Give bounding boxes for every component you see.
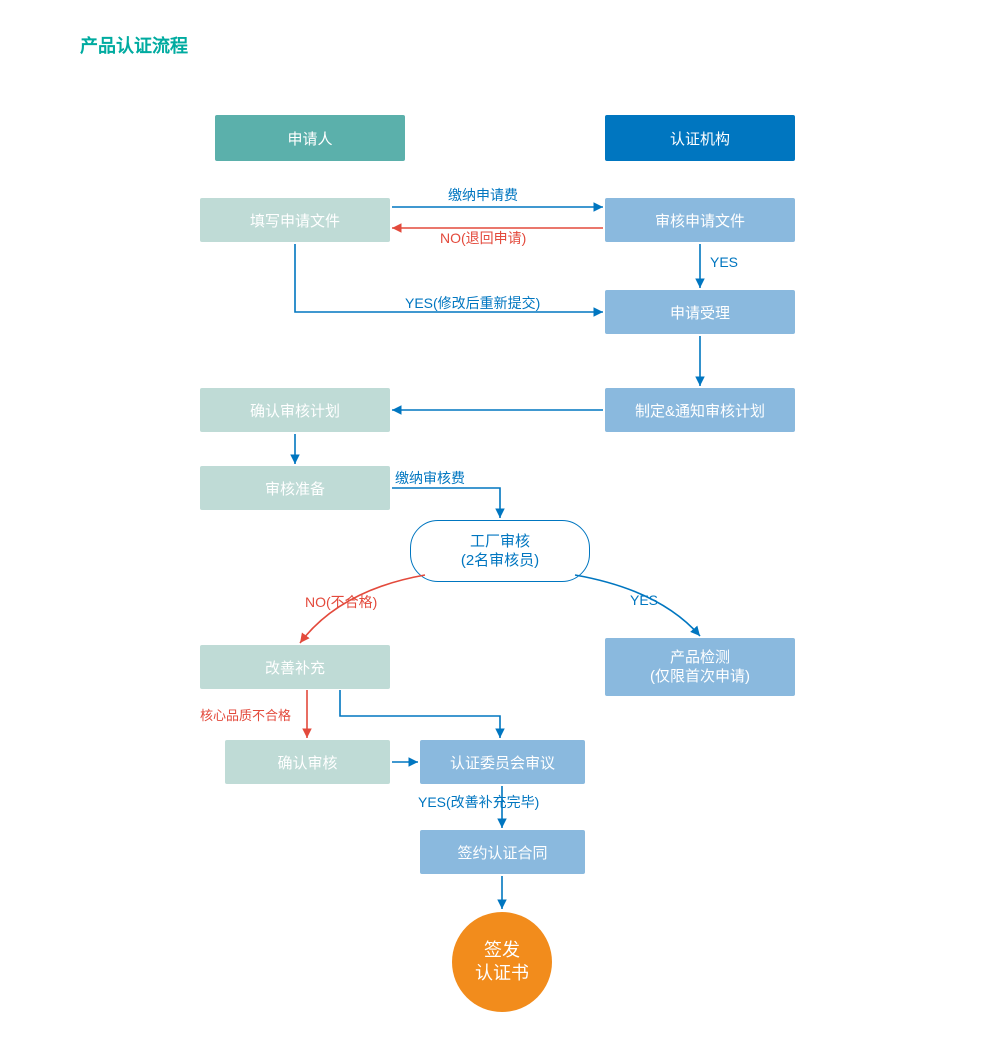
issue-cert-line2: 认证书	[475, 962, 529, 985]
node-confirm-audit-plan: 确认审核计划	[200, 388, 390, 432]
label-yes-resubmit: YES(修改后重新提交)	[405, 293, 540, 313]
label-yes-1: YES	[710, 254, 738, 270]
header-applicant: 申请人	[215, 115, 405, 161]
label-yes-improved: YES(改善补充完毕)	[418, 792, 539, 812]
page-title: 产品认证流程	[80, 32, 188, 58]
node-make-audit-plan: 制定&通知审核计划	[605, 388, 795, 432]
arrow-prep-to-factory	[392, 488, 500, 518]
node-application-accept: 申请受理	[605, 290, 795, 334]
header-cert-body: 认证机构	[605, 115, 795, 161]
arrow-improve-to-committee	[340, 690, 500, 738]
factory-audit-line2: (2名审核员)	[461, 551, 539, 571]
factory-audit-line1: 工厂审核	[470, 532, 530, 552]
node-confirm-audit: 确认审核	[225, 740, 390, 784]
label-yes-2: YES	[630, 592, 658, 608]
node-product-test: 产品检测 (仅限首次申请)	[605, 638, 795, 696]
label-pay-app-fee: 缴纳申请费	[448, 185, 518, 205]
issue-cert-line1: 签发	[484, 939, 520, 962]
label-core-fail: 核心品质不合格	[200, 705, 291, 724]
label-no-fail: NO(不合格)	[305, 592, 377, 612]
node-committee-review: 认证委员会审议	[420, 740, 585, 784]
connectors	[0, 0, 1003, 1038]
product-test-line2: (仅限首次申请)	[650, 667, 750, 687]
product-test-line1: 产品检测	[670, 648, 730, 668]
label-no-return: NO(退回申请)	[440, 228, 526, 248]
label-pay-audit-fee: 缴纳审核费	[395, 468, 465, 488]
node-factory-audit: 工厂审核 (2名审核员)	[410, 520, 590, 582]
node-audit-prep: 审核准备	[200, 466, 390, 510]
node-review-application: 审核申请文件	[605, 198, 795, 242]
node-fill-application: 填写申请文件	[200, 198, 390, 242]
node-sign-contract: 签约认证合同	[420, 830, 585, 874]
node-issue-cert: 签发 认证书	[452, 912, 552, 1012]
node-improve-supplement: 改善补充	[200, 645, 390, 689]
